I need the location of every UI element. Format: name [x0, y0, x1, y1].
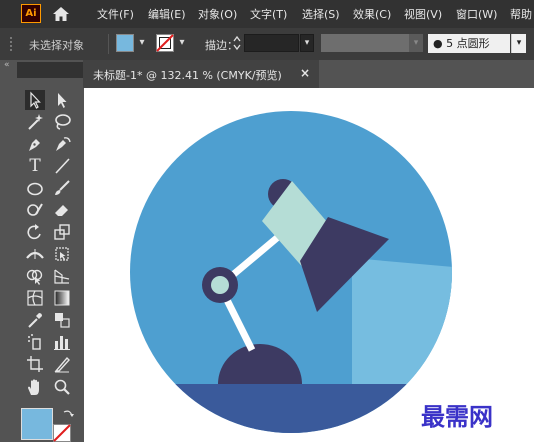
- document-tab-title: 未标题-1* @ 132.41 % (CMYK/预览): [93, 69, 282, 82]
- menu-select[interactable]: 选择(S): [302, 6, 340, 22]
- scale-tool-icon[interactable]: [52, 222, 72, 242]
- gradient-tool-icon[interactable]: [52, 288, 72, 308]
- hand-tool-icon[interactable]: [25, 377, 45, 397]
- menu-help[interactable]: 帮助: [510, 6, 532, 22]
- zoom-tool-icon[interactable]: [52, 377, 72, 397]
- paintbrush-tool-icon[interactable]: [52, 178, 72, 198]
- watermark-text: 最需网: [421, 402, 493, 431]
- app-logo: Ai: [21, 4, 41, 23]
- menu-object[interactable]: 对象(O): [198, 6, 237, 22]
- mesh-tool-icon[interactable]: [25, 288, 45, 308]
- brush-definition-field[interactable]: ● 5 点圆形: [428, 34, 510, 53]
- shaper-tool-icon[interactable]: [25, 200, 45, 220]
- width-tool-icon[interactable]: [25, 244, 45, 264]
- line-segment-tool-icon[interactable]: [52, 156, 72, 176]
- direct-selection-tool-icon[interactable]: [52, 90, 72, 110]
- divider: [108, 34, 109, 54]
- variable-width-dropdown[interactable]: ▾: [409, 34, 423, 52]
- symbol-sprayer-tool-icon[interactable]: [25, 332, 45, 352]
- stroke-weight-dropdown[interactable]: ▾: [300, 34, 314, 52]
- rotate-tool-icon[interactable]: [25, 222, 45, 242]
- close-tab-icon[interactable]: ×: [300, 66, 310, 80]
- ellipse-tool-icon[interactable]: [25, 178, 45, 198]
- menu-window[interactable]: 窗口(W): [456, 6, 497, 22]
- type-tool-icon[interactable]: T: [25, 156, 45, 176]
- menu-effect[interactable]: 效果(C): [353, 6, 391, 22]
- blend-tool-icon[interactable]: [52, 310, 72, 330]
- stroke-stepper-icon[interactable]: [232, 35, 242, 51]
- brush-definition-dropdown[interactable]: ▾: [511, 34, 526, 53]
- eyedropper-tool-icon[interactable]: [25, 310, 45, 330]
- pen-tool-icon[interactable]: [25, 134, 45, 154]
- menu-edit[interactable]: 编辑(E): [148, 6, 186, 22]
- tools-panel-header[interactable]: [17, 62, 83, 78]
- shape-builder-tool-icon[interactable]: [25, 266, 45, 286]
- stroke-none-swatch[interactable]: [156, 34, 174, 52]
- curvature-tool-icon[interactable]: [52, 134, 72, 154]
- ground-strip: [130, 384, 452, 433]
- slice-tool-icon[interactable]: [52, 354, 72, 374]
- magic-wand-tool-icon[interactable]: [25, 112, 45, 132]
- lamp-illustration[interactable]: [84, 88, 534, 442]
- menu-type[interactable]: 文字(T): [250, 6, 287, 22]
- lasso-tool-icon[interactable]: [52, 112, 72, 132]
- column-graph-tool-icon[interactable]: [52, 332, 72, 352]
- home-icon[interactable]: [51, 5, 71, 23]
- artboard-tool-icon[interactable]: [25, 354, 45, 374]
- lamp-joint-inner: [211, 276, 229, 294]
- free-transform-tool-icon[interactable]: [52, 244, 72, 264]
- eraser-tool-icon[interactable]: [52, 200, 72, 220]
- variable-width-profile[interactable]: [321, 34, 409, 52]
- fill-dropdown-arrow[interactable]: ▾: [136, 34, 148, 52]
- panel-grip[interactable]: [10, 37, 16, 51]
- stroke-none-indicator[interactable]: [53, 424, 71, 442]
- fill-swatch[interactable]: [21, 408, 53, 440]
- selection-tool-icon[interactable]: [25, 90, 45, 110]
- fill-color-swatch[interactable]: [116, 34, 134, 52]
- swap-fill-stroke-icon[interactable]: [62, 408, 74, 420]
- selection-status: 未选择对象: [29, 39, 84, 52]
- menu-file[interactable]: 文件(F): [97, 6, 134, 22]
- menu-view[interactable]: 视图(V): [404, 6, 442, 22]
- collapse-panel-icon[interactable]: «: [4, 60, 10, 70]
- perspective-grid-tool-icon[interactable]: [52, 266, 72, 286]
- stroke-dropdown-arrow[interactable]: ▾: [176, 34, 188, 52]
- stroke-weight-input[interactable]: [244, 34, 299, 52]
